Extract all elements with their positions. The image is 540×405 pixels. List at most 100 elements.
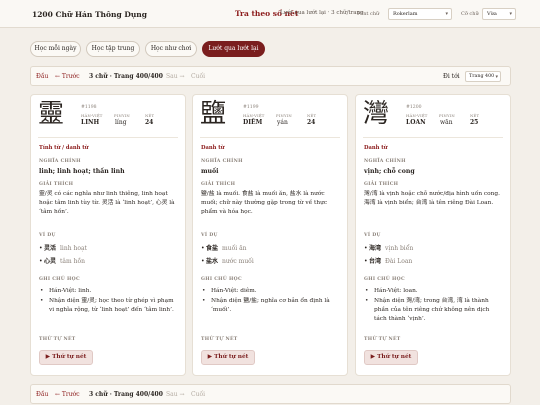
note-text: Nhận diện 灣/湾; trong 台湾, 湾 là thành phần…	[374, 298, 490, 322]
explain-text: 灣/湾 là vịnh hoặc chỗ nước/địa hình uốn c…	[364, 191, 500, 206]
meaning-text: muối	[201, 168, 219, 175]
font-select-value: Rokerlam	[393, 11, 418, 17]
bullet-icon: •	[365, 298, 369, 304]
example-word: 心灵	[44, 258, 57, 265]
note-text: Nhận diện 靈/灵; học theo từ ghép vì phạm …	[49, 298, 174, 313]
size-label: Cỡ chữ	[461, 11, 479, 17]
examples-heading: VÍ DỤ	[39, 233, 56, 238]
notes-heading: GHI CHÚ HỌC	[39, 277, 80, 282]
part-of-speech: Danh từ	[364, 145, 388, 151]
note-text: Hán-Việt: diêm.	[211, 288, 257, 294]
example-word: 盐水	[206, 258, 219, 265]
divider	[200, 137, 340, 138]
font-label: Font chữ	[357, 11, 380, 17]
next-page-link[interactable]: Sau →	[166, 391, 185, 398]
hanzi-glyph: 灣	[363, 99, 390, 129]
pinyin-label: PINYIN	[439, 113, 455, 118]
bullet-icon: •	[202, 298, 206, 304]
hanviet-label: HÁN-VIỆT	[81, 113, 103, 118]
character-card: 靈 #1198 HÁN-VIỆT PINYIN NÉT LINH líng 24…	[30, 94, 186, 376]
page-status: 3 chữ · Trang 400/400	[89, 391, 163, 398]
first-page-link[interactable]: Đầu	[36, 73, 48, 80]
meaning-heading: NGHĨA CHÍNH	[364, 159, 406, 164]
stroke-order-button[interactable]: ▶ Thứ tự nét	[39, 350, 93, 365]
strokes-label: NÉT	[145, 113, 155, 118]
tab-daily[interactable]: Học mỗi ngày	[30, 41, 81, 57]
hanviet-label: HÁN-VIỆT	[243, 113, 265, 118]
stroke-order-button[interactable]: ▶ Thứ tự nét	[364, 350, 418, 365]
example-word: 食盐	[206, 245, 219, 252]
example-reading: muối ăn	[222, 245, 247, 252]
example-reading: linh hoạt	[60, 245, 87, 252]
hanzi-glyph: 鹽	[200, 99, 227, 129]
pager-bottom: Đầu ← Trước 3 chữ · Trang 400/400 Sau → …	[30, 384, 511, 404]
note-item: • Hán-Việt: loan.	[365, 287, 501, 296]
part-of-speech: Danh từ	[201, 145, 225, 151]
example-item: •心灵 tâm hồn	[39, 256, 85, 265]
hanviet-value: DIÊM	[243, 119, 263, 126]
meaning-text: linh; linh hoạt; thần linh	[39, 168, 125, 175]
goto-label: Đi tới	[443, 73, 460, 80]
strokes-label: NÉT	[307, 113, 317, 118]
hanzi-glyph: 靈	[38, 99, 65, 129]
note-item: • Nhận diện 灣/湾; trong 台湾, 湾 là thành phầ…	[365, 297, 501, 324]
page-status: 3 chữ · Trang 400/400	[89, 73, 163, 80]
stroke-order-heading: THỨ TỰ NÉT	[364, 337, 401, 342]
example-item: •盐水 nước muối	[201, 256, 254, 265]
note-item: • Hán-Việt: linh.	[40, 287, 176, 296]
size-select-value: Vừa	[487, 11, 497, 17]
stroke-order-button[interactable]: ▶ Thứ tự nét	[201, 350, 255, 365]
first-page-link[interactable]: Đầu	[36, 391, 48, 398]
explain-heading: GIẢI THÍCH	[39, 182, 74, 187]
tab-play[interactable]: Học như chơi	[145, 41, 197, 57]
page-select[interactable]: Trang 400 ▾	[465, 71, 501, 82]
prev-page-link[interactable]: ← Trước	[55, 73, 80, 80]
bullet-icon: •	[40, 298, 44, 304]
meaning-heading: NGHĨA CHÍNH	[39, 159, 81, 164]
chevron-down-icon: ▾	[509, 11, 512, 17]
example-item: •灵活 linh hoạt	[39, 243, 87, 252]
tab-focused[interactable]: Học tập trung	[86, 41, 140, 57]
pinyin-label: PINYIN	[276, 113, 292, 118]
example-word: 灵活	[44, 245, 57, 252]
character-card: 鹽 #1199 HÁN-VIỆT PINYIN NÉT DIÊM yán 24 …	[192, 94, 348, 376]
last-page-link[interactable]: Cuối	[191, 391, 205, 398]
stroke-order-heading: THỨ TỰ NÉT	[39, 337, 76, 342]
hanviet-value: LINH	[81, 119, 100, 126]
divider	[38, 137, 178, 138]
explain-text: 靈/灵 có các nghĩa như linh thiêng, linh h…	[39, 191, 175, 215]
notes-heading: GHI CHÚ HỌC	[201, 277, 242, 282]
size-select[interactable]: Vừa ▾	[482, 8, 516, 20]
examples-heading: VÍ DỤ	[201, 233, 218, 238]
top-bar: 1200 Chữ Hán Thông Dụng Tra theo số nét …	[0, 0, 540, 28]
example-word: 海湾	[369, 245, 382, 252]
page-select-value: Trang 400	[469, 74, 495, 79]
pinyin-value: líng	[115, 119, 127, 126]
mode-select[interactable]: Lướt qua lướt lại · 3 chữ/trang	[280, 10, 364, 16]
explain-text: 鹽/盐 là muối. 食盐 là muối ăn, 盐水 là nước m…	[201, 191, 328, 215]
note-item: • Hán-Việt: diêm.	[202, 287, 338, 296]
example-reading: nước muối	[222, 258, 254, 265]
pager-top: Đầu ← Trước 3 chữ · Trang 400/400 Sau → …	[30, 66, 511, 86]
note-text: Nhận diện 鹽/盐; nghĩa cơ bản ổn định là ‘…	[211, 298, 330, 313]
bullet-icon: •	[202, 288, 206, 294]
strokes-value: 24	[145, 119, 154, 126]
example-item: •海湾 vịnh biển	[364, 243, 413, 252]
strokes-value: 25	[470, 119, 479, 126]
notes-heading: GHI CHÚ HỌC	[364, 277, 405, 282]
last-page-link[interactable]: Cuối	[191, 73, 205, 80]
bullet-icon: •	[40, 288, 44, 294]
font-select[interactable]: Rokerlam ▾	[388, 8, 452, 20]
explain-heading: GIẢI THÍCH	[201, 182, 236, 187]
hanviet-label: HÁN-VIỆT	[406, 113, 428, 118]
prev-page-link[interactable]: ← Trước	[55, 391, 80, 398]
strokes-label: NÉT	[470, 113, 480, 118]
tab-browse[interactable]: Lướt qua lướt lại	[202, 41, 265, 57]
example-item: •台湾 Đài Loan	[364, 256, 412, 265]
next-page-link[interactable]: Sau →	[166, 73, 185, 80]
note-text: Hán-Việt: linh.	[49, 288, 92, 294]
pinyin-value: wān	[440, 119, 453, 126]
meaning-text: vịnh; chỗ cong	[364, 168, 415, 175]
stroke-order-heading: THỨ TỰ NÉT	[201, 337, 238, 342]
character-number: #1199	[243, 105, 259, 110]
